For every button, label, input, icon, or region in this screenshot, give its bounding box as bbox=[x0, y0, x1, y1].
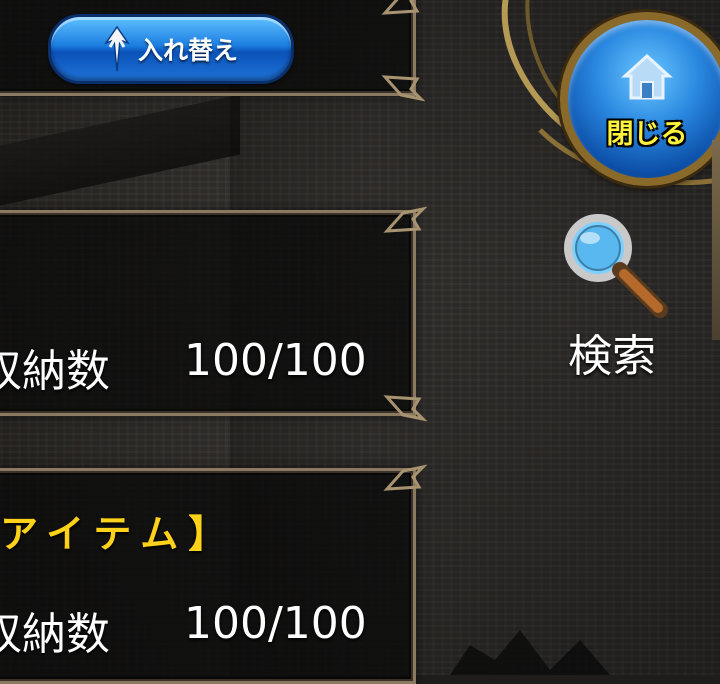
capacity-value: 100/100 bbox=[184, 598, 367, 649]
capacity-label: 収納数 bbox=[0, 609, 110, 660]
frame-corner-ornament bbox=[383, 393, 427, 423]
close-button-label: 閉じる bbox=[606, 119, 688, 150]
search-button-label: 検索 bbox=[568, 331, 656, 382]
swap-button[interactable]: 入れ替え bbox=[48, 14, 294, 84]
search-button[interactable]: 検索 bbox=[560, 210, 670, 382]
capacity-value: 100/100 bbox=[184, 335, 367, 386]
storage-panel-title: アイテム】 bbox=[0, 512, 237, 556]
home-icon bbox=[621, 50, 673, 106]
magnifier-icon bbox=[560, 210, 670, 324]
floor-debris bbox=[440, 600, 640, 675]
swap-button-label: 入れ替え bbox=[137, 36, 238, 65]
side-frame-edge bbox=[712, 140, 720, 340]
frame-corner-ornament bbox=[381, 0, 425, 17]
frame-corner-ornament bbox=[383, 463, 427, 493]
frame-corner-ornament bbox=[383, 205, 427, 235]
arrow-up-icon bbox=[104, 25, 130, 73]
capacity-label: 収納数 bbox=[0, 346, 110, 397]
frame-corner-ornament bbox=[381, 73, 425, 103]
close-button[interactable]: 閉じる bbox=[560, 12, 720, 186]
